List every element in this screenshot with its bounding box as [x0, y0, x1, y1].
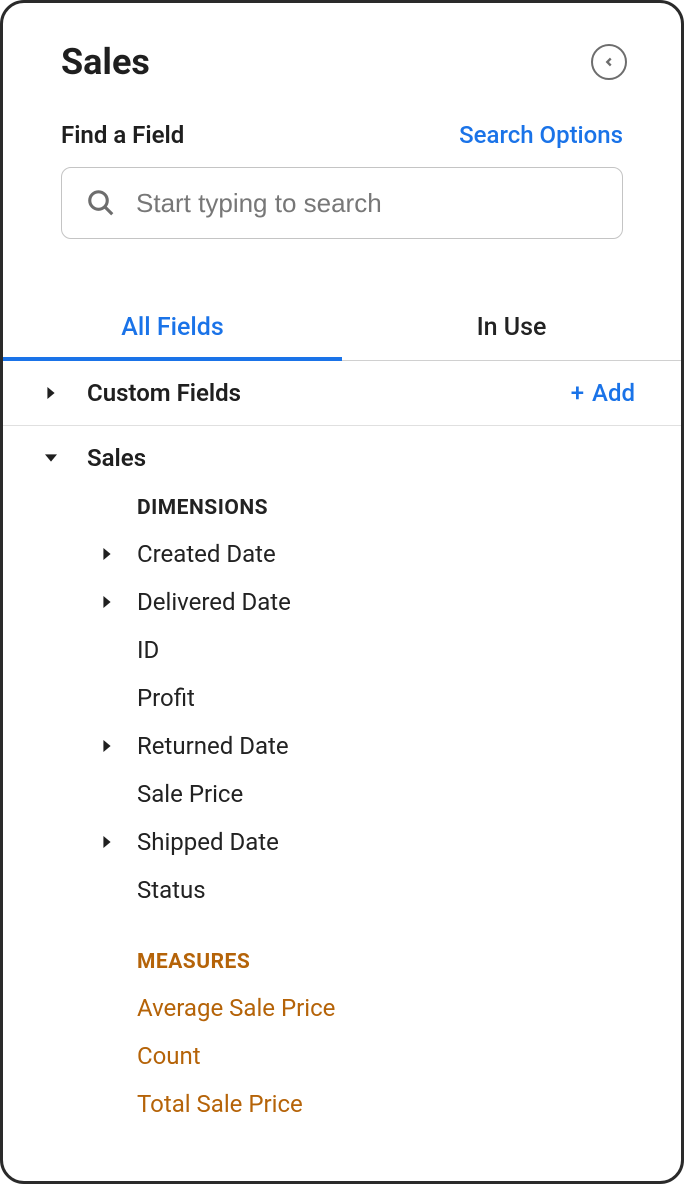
field-label: Profit	[137, 684, 195, 712]
field-label: Status	[137, 876, 206, 904]
panel-header: Sales	[3, 3, 681, 93]
field-label: Shipped Date	[137, 828, 279, 856]
search-options-link[interactable]: Search Options	[459, 121, 623, 149]
add-custom-field-button[interactable]: + Add	[571, 379, 651, 407]
dimension-field[interactable]: Shipped Date	[3, 818, 681, 866]
field-label: Delivered Date	[137, 588, 291, 616]
add-label: Add	[592, 379, 635, 407]
field-label: Returned Date	[137, 732, 289, 760]
tabs: All Fields In Use	[3, 295, 681, 361]
measures-list: Average Sale Price Count Total Sale Price	[3, 984, 681, 1128]
search-input[interactable]	[136, 188, 598, 219]
plus-icon: +	[571, 379, 584, 407]
measures-header: MEASURES	[3, 914, 681, 984]
caret-right-icon	[39, 387, 63, 399]
caret-right-icon	[95, 740, 119, 752]
measure-field[interactable]: Count	[3, 1032, 681, 1080]
tab-in-use[interactable]: In Use	[342, 295, 681, 360]
dimension-field[interactable]: Created Date	[3, 530, 681, 578]
collapse-button[interactable]	[591, 44, 627, 80]
tab-all-fields[interactable]: All Fields	[3, 295, 342, 360]
search-header-row: Find a Field Search Options	[61, 121, 623, 149]
chevron-left-icon	[602, 55, 616, 69]
field-label: ID	[137, 636, 159, 664]
sales-section: Sales	[3, 426, 681, 472]
sales-section-header[interactable]: Sales	[39, 444, 651, 472]
sales-label: Sales	[87, 444, 651, 472]
caret-down-icon	[39, 452, 63, 464]
field-label: Created Date	[137, 540, 276, 568]
dimension-field[interactable]: Delivered Date	[3, 578, 681, 626]
dimension-field[interactable]: ID	[3, 626, 681, 674]
caret-right-icon	[95, 836, 119, 848]
field-picker-panel: Sales Find a Field Search Options All Fi…	[0, 0, 684, 1184]
dimension-field[interactable]: Sale Price	[3, 770, 681, 818]
dimensions-header: DIMENSIONS	[3, 472, 681, 530]
dimension-field[interactable]: Status	[3, 866, 681, 914]
measure-field[interactable]: Total Sale Price	[3, 1080, 681, 1128]
custom-fields-section[interactable]: Custom Fields + Add	[3, 361, 681, 426]
field-label: Sale Price	[137, 780, 243, 808]
find-field-label: Find a Field	[61, 121, 184, 149]
caret-right-icon	[95, 548, 119, 560]
field-label: Average Sale Price	[137, 994, 335, 1022]
caret-right-icon	[95, 596, 119, 608]
dimension-field[interactable]: Profit	[3, 674, 681, 722]
page-title: Sales	[61, 41, 150, 83]
custom-fields-label: Custom Fields	[87, 379, 571, 407]
dimensions-list: Created Date Delivered Date ID Profit Return…	[3, 530, 681, 914]
search-box[interactable]	[61, 167, 623, 239]
field-label: Count	[137, 1042, 201, 1070]
search-section: Find a Field Search Options	[3, 93, 681, 239]
measure-field[interactable]: Average Sale Price	[3, 984, 681, 1032]
search-icon	[86, 188, 116, 218]
field-label: Total Sale Price	[137, 1090, 303, 1118]
dimension-field[interactable]: Returned Date	[3, 722, 681, 770]
